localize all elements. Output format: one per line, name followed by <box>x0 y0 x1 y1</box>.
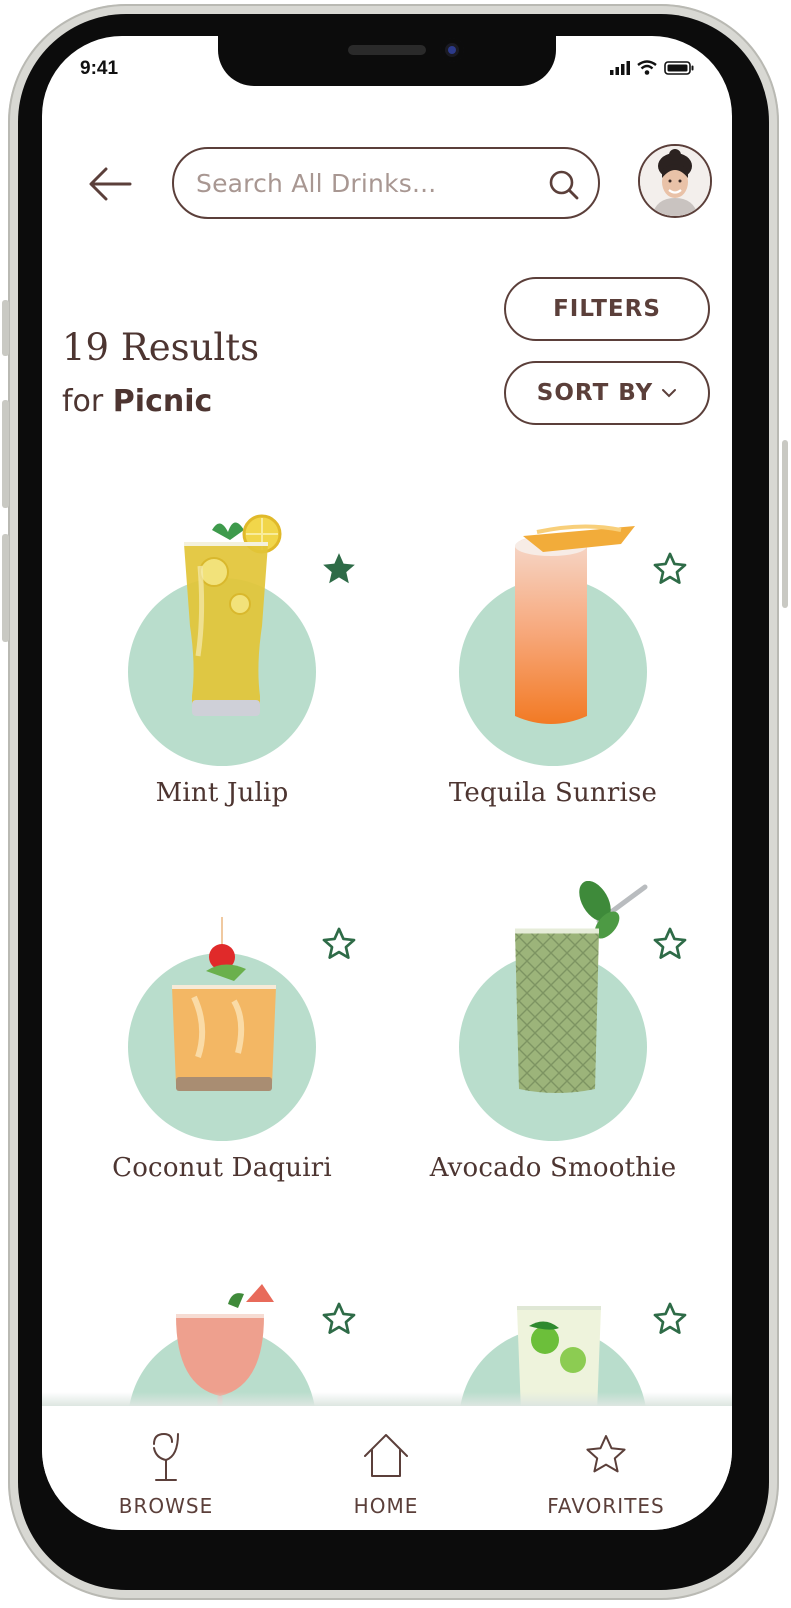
avocado-smoothie-glass-image <box>515 881 648 1093</box>
app-screen: 9:41 Search All Drinks... 19 Results for… <box>42 36 732 1530</box>
star-outline-icon[interactable] <box>651 1300 689 1338</box>
nav-favorites[interactable]: FAVORITES <box>516 1406 696 1530</box>
nav-favorites-label: FAVORITES <box>547 1494 665 1518</box>
drink-card-avocado-smoothie[interactable]: Avocado Smoothie <box>403 881 732 1211</box>
chevron-down-icon <box>662 389 677 398</box>
user-avatar-image <box>640 146 710 216</box>
battery-icon <box>664 61 694 75</box>
filters-button[interactable]: FILTERS <box>504 277 710 341</box>
results-for-prefix: for <box>62 384 104 419</box>
search-icon[interactable] <box>548 169 580 201</box>
drink-card-tequila-sunrise[interactable]: Tequila Sunrise <box>403 506 732 836</box>
back-button[interactable] <box>86 164 134 204</box>
arrow-left-icon <box>89 167 132 201</box>
home-icon <box>364 1434 408 1477</box>
nav-divider <box>42 1392 732 1406</box>
drink-card-mint-julip[interactable]: Mint Julip <box>72 506 402 836</box>
tequila-sunrise-glass-image <box>515 524 635 724</box>
status-time: 9:41 <box>80 58 119 79</box>
star-filled-icon[interactable] <box>320 550 358 588</box>
front-camera <box>440 38 464 62</box>
cocktail-glass-icon <box>153 1432 179 1481</box>
star-outline-icon <box>586 1435 626 1473</box>
filters-label: FILTERS <box>553 296 661 322</box>
bottom-nav: BROWSE HOME FAVORITES <box>42 1406 732 1530</box>
speaker-grille <box>348 45 426 55</box>
notch <box>218 36 556 86</box>
avatar[interactable] <box>638 144 712 218</box>
star-outline-icon[interactable] <box>651 550 689 588</box>
signal-icon <box>610 61 630 75</box>
search-input[interactable]: Search All Drinks... <box>172 147 600 219</box>
drink-name: Avocado Smoothie <box>429 1153 677 1183</box>
nav-home-label: HOME <box>353 1494 419 1518</box>
power-button <box>782 440 788 608</box>
coconut-daquiri-glass-image <box>172 917 276 1091</box>
drink-card-coconut-daquiri[interactable]: Coconut Daquiri <box>72 881 402 1211</box>
star-outline-icon[interactable] <box>320 925 358 963</box>
nav-home[interactable]: HOME <box>296 1406 476 1530</box>
mint-julip-glass-image <box>184 514 282 716</box>
status-icons <box>610 60 694 75</box>
nav-browse[interactable]: BROWSE <box>76 1406 256 1530</box>
volume-down-button <box>2 534 9 642</box>
results-query: Picnic <box>112 384 213 419</box>
drink-name: Tequila Sunrise <box>448 778 658 808</box>
volume-up-button <box>2 400 9 508</box>
drink-name: Coconut Daquiri <box>112 1153 332 1183</box>
results-query-line: for Picnic <box>62 384 212 419</box>
star-outline-icon[interactable] <box>320 1300 358 1338</box>
sort-by-button[interactable]: SORT BY <box>504 361 710 425</box>
silent-switch <box>2 300 9 356</box>
nav-browse-label: BROWSE <box>118 1494 214 1518</box>
wifi-icon <box>637 60 657 75</box>
results-count: 19 Results <box>62 326 260 369</box>
star-outline-icon[interactable] <box>651 925 689 963</box>
sort-by-label: SORT BY <box>536 380 654 406</box>
drink-name: Mint Julip <box>155 778 289 808</box>
search-placeholder: Search All Drinks... <box>196 169 437 198</box>
